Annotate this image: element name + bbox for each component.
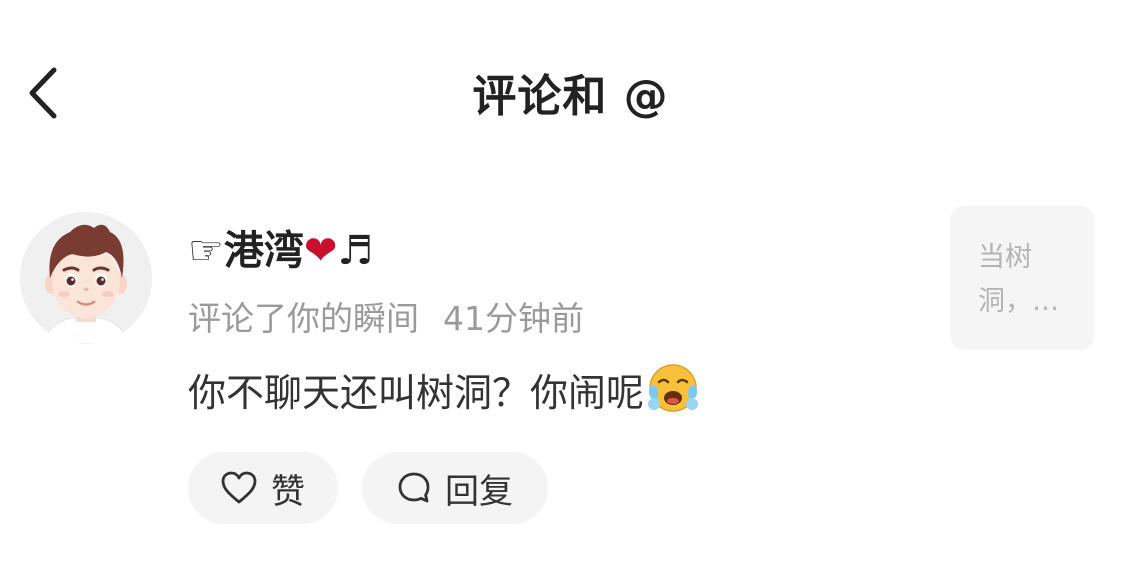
page-title: 评论和 @: [472, 71, 669, 122]
header-bar: 评论和 @: [0, 0, 1141, 190]
moment-preview[interactable]: 当树洞，…: [950, 206, 1094, 350]
avatar[interactable]: [20, 212, 152, 344]
crying-face-emoji-icon: [646, 360, 700, 423]
timestamp: 41分钟前: [443, 299, 584, 338]
pointing-hand-icon: ☞: [188, 228, 224, 274]
reply-button[interactable]: 回复: [362, 452, 548, 524]
comment-body: 你不聊天还叫树洞？你闹呢: [188, 371, 645, 415]
avatar-boy-icon: [20, 212, 152, 344]
notification-item[interactable]: ☞港湾❤♬ 评论了你的瞬间 41分钟前 你不聊天还叫树洞？你闹呢 赞 回复 当树…: [0, 190, 1141, 572]
action-text: 评论了你的瞬间: [188, 299, 419, 338]
music-note-icon: ♬: [337, 228, 374, 274]
like-label: 赞: [271, 471, 305, 512]
heart-icon: ❤: [303, 228, 338, 274]
comment-bubble-icon: [397, 471, 431, 505]
username-text: 港湾: [223, 228, 304, 274]
reply-label: 回复: [445, 471, 513, 512]
comment-text: 你不聊天还叫树洞？你闹呢: [188, 362, 700, 423]
heart-outline-icon: [221, 471, 257, 505]
like-button[interactable]: 赞: [188, 452, 338, 524]
username[interactable]: ☞港湾❤♬: [188, 218, 373, 276]
notification-meta: 评论了你的瞬间 41分钟前: [188, 292, 584, 340]
